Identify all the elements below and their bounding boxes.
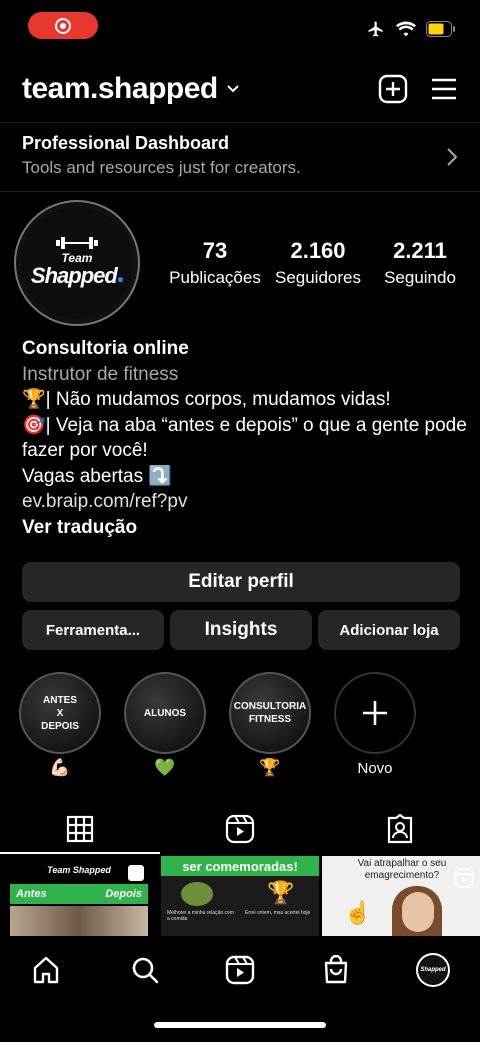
- reels-icon: [454, 868, 474, 888]
- post-thumbnail[interactable]: Team Shapped Antes Depois: [0, 856, 158, 936]
- insights-button[interactable]: Insights: [170, 610, 312, 650]
- post-photo: [10, 906, 148, 936]
- avatar-logo: Team Shapped●: [21, 207, 133, 319]
- tab-reels[interactable]: [160, 806, 320, 852]
- chevron-right-icon: [447, 148, 458, 166]
- trophy-icon: 🏆: [267, 880, 295, 905]
- highlight-cover: ANTES X DEPOIS: [19, 672, 101, 754]
- record-icon: [55, 17, 71, 34]
- tools-button[interactable]: Ferramenta...: [22, 610, 164, 650]
- airplane-mode-icon: [368, 21, 383, 37]
- nav-search[interactable]: [125, 950, 165, 990]
- salad-image: [181, 882, 213, 906]
- wifi-icon: [396, 21, 416, 37]
- create-post-icon[interactable]: [378, 74, 408, 104]
- battery-icon: [426, 21, 455, 37]
- header-actions: [378, 74, 458, 104]
- stat-value: 2.160: [290, 238, 346, 263]
- highlight-emoji: 💚: [154, 758, 176, 777]
- stat-posts[interactable]: 73 Publicações: [168, 238, 262, 288]
- tagged-user-icon: [387, 814, 413, 844]
- stat-label: Publicações: [169, 268, 261, 287]
- chevron-down-icon: [227, 85, 239, 93]
- post-text: Vai atrapalhar o seu emagrecimento?: [357, 858, 447, 881]
- stat-value: 73: [202, 238, 228, 263]
- plus-icon: [363, 701, 387, 725]
- before-after-bar: Antes Depois: [10, 884, 148, 904]
- post-thumbnail[interactable]: Vai atrapalhar o seu emagrecimento? ☝️: [322, 856, 480, 936]
- highlight-cover: ALUNOS: [124, 672, 206, 754]
- stat-following[interactable]: 2.211 Seguindo: [374, 238, 466, 288]
- highlight-before-after[interactable]: ANTES X DEPOIS 💪🏻: [18, 672, 102, 782]
- add-shop-button[interactable]: Adicionar loja: [318, 610, 460, 650]
- dumbbell-icon: [56, 236, 98, 249]
- edit-profile-button[interactable]: Editar perfil: [22, 562, 460, 602]
- bio-name: Consultoria online: [22, 338, 189, 359]
- home-icon: [33, 956, 59, 984]
- person-face: [402, 892, 434, 932]
- bio-line: 🎯| Veja na aba “antes e depois” o que a …: [22, 414, 467, 462]
- highlight-cover: CONSULTORIA FITNESS: [229, 672, 311, 754]
- post-banner: ser comemoradas!: [161, 856, 319, 876]
- logo-brand-text: Shapped●: [30, 262, 124, 288]
- bio-link[interactable]: ev.braip.com/ref?pv: [22, 489, 472, 515]
- see-translation-link[interactable]: Ver tradução: [22, 515, 472, 541]
- post-thumbnail[interactable]: ser comemoradas! 🏆 Melhorei a minha rela…: [161, 856, 319, 936]
- bio-line: Vagas abertas ⤵️: [22, 465, 173, 487]
- home-indicator[interactable]: [154, 1022, 326, 1028]
- reels-icon: [225, 955, 255, 985]
- tab-tagged[interactable]: [320, 806, 480, 852]
- account-switcher[interactable]: team.shapped: [22, 72, 240, 106]
- stat-value: 2.211: [393, 238, 447, 263]
- status-icons: [366, 20, 456, 38]
- nav-shop[interactable]: [316, 950, 356, 990]
- profile-tabs: [0, 806, 480, 856]
- highlight-students[interactable]: ALUNOS 💚: [123, 672, 207, 782]
- nav-profile[interactable]: Shapped: [413, 950, 453, 990]
- stat-followers[interactable]: 2.160 Seguidores: [270, 238, 366, 288]
- dashboard-title: Professional Dashboard: [22, 133, 230, 153]
- menu-icon[interactable]: [430, 74, 458, 104]
- profile-avatar-small: Shapped: [416, 953, 450, 987]
- screen-recording-indicator[interactable]: [28, 12, 98, 39]
- bio-line: 🏆| Não mudamos corpos, mudamos vidas!: [22, 389, 391, 410]
- pointing-hand-icon: ☝️: [344, 900, 372, 925]
- highlight-consulting[interactable]: CONSULTORIA FITNESS 🏆: [228, 672, 312, 782]
- stat-label: Seguidores: [274, 268, 361, 287]
- profile-avatar[interactable]: Team Shapped●: [14, 200, 140, 326]
- multi-photo-icon: [128, 865, 144, 881]
- shopping-bag-icon: [324, 955, 348, 984]
- highlight-emoji: 💪🏻: [49, 758, 71, 777]
- post-caption: Melhorei a minha relação com a comida: [167, 910, 234, 922]
- professional-dashboard[interactable]: Professional Dashboard Tools and resourc…: [0, 122, 480, 192]
- nav-home[interactable]: [26, 950, 66, 990]
- stat-label: Seguindo: [384, 268, 456, 287]
- active-tab-indicator: [0, 852, 160, 854]
- bio-category: Instrutor de fitness: [22, 363, 179, 385]
- highlight-emoji: 🏆: [259, 758, 281, 777]
- reels-icon: [225, 814, 255, 844]
- profile-bio: Consultoria online Instrutor de fitness …: [22, 336, 472, 540]
- highlight-cover: [334, 672, 416, 754]
- highlight-label: Novo: [357, 760, 393, 777]
- dashboard-subtitle: Tools and resources just for creators.: [22, 158, 301, 177]
- grid-icon: [66, 815, 94, 843]
- tab-grid[interactable]: [0, 806, 160, 852]
- post-caption: Errei ontem, mas acertei hoje: [245, 910, 311, 916]
- search-icon: [132, 957, 159, 984]
- username: team.shapped: [22, 72, 218, 105]
- new-highlight-button[interactable]: Novo: [333, 672, 417, 777]
- nav-reels[interactable]: [220, 950, 260, 990]
